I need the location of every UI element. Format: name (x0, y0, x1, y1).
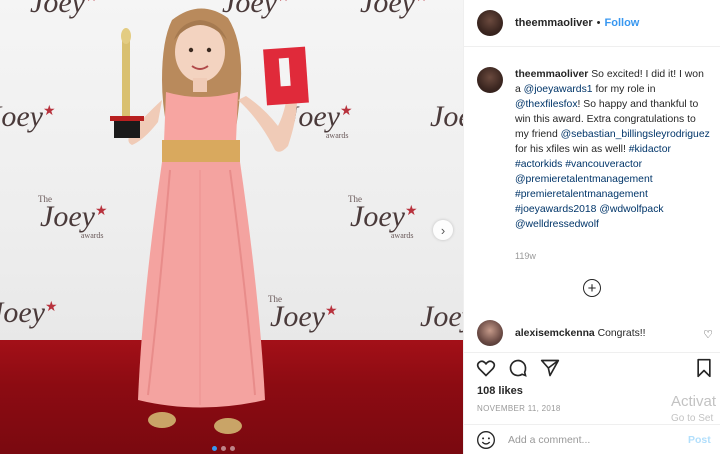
carousel-dot (230, 446, 235, 451)
caption-link[interactable]: @premieretalentmanagement (515, 174, 653, 185)
windows-activation-watermark: Activat Go to Set (671, 393, 716, 427)
caption-link[interactable]: @sebastian_billingsleyrodriguez (561, 129, 710, 140)
backdrop-logo: Joey★ (360, 0, 428, 19)
caption-link[interactable]: #joeyawards2018 (515, 204, 596, 215)
caption-text: theemmaoliver So excited! I did it! I wo… (515, 67, 711, 232)
comment-icon[interactable] (508, 358, 528, 378)
likes-count[interactable]: 108 likes (477, 385, 523, 397)
avatar[interactable] (477, 10, 503, 36)
backdrop-logo: Joey★ (30, 0, 98, 19)
bookmark-icon[interactable] (695, 358, 713, 378)
backdrop-logo: Joey (420, 300, 463, 333)
caption-link[interactable]: @welldressedwolf (515, 219, 599, 230)
comment-username[interactable]: alexisemckenna (515, 328, 595, 339)
caption-link[interactable]: #premieretalentmanagement (515, 189, 648, 200)
carousel-dot (221, 446, 226, 451)
caption-link[interactable]: #actorkids (515, 159, 562, 170)
post-header: theemmaoliver • Follow (464, 0, 720, 47)
action-bar (464, 352, 720, 385)
plus-circle-icon[interactable]: + (583, 279, 601, 297)
comment-text: alexisemckenna Congrats!! (515, 328, 646, 339)
post-sidebar: theemmaoliver • Follow theemmaoliver So … (463, 0, 720, 454)
follow-button[interactable]: Follow (605, 17, 640, 29)
girl-figure (110, 8, 309, 434)
emoji-icon[interactable] (476, 430, 496, 450)
backdrop-logo: TheJoey★awards (348, 194, 418, 240)
carousel-dots (212, 446, 235, 451)
caption-link[interactable]: #vancouveractor (565, 159, 642, 170)
caption: theemmaoliver So excited! I did it! I wo… (477, 67, 713, 232)
avatar[interactable] (477, 320, 503, 346)
watermark-line2: Go to Set (671, 413, 714, 424)
caption-link[interactable]: @wdwolfpack (599, 204, 663, 215)
post-date: NOVEMBER 11, 2018 (477, 404, 561, 413)
header-separator: • (596, 17, 601, 29)
heart-icon[interactable] (476, 358, 496, 378)
comment-input[interactable] (506, 433, 680, 447)
post-comment-button[interactable]: Post (688, 434, 711, 446)
carousel-dot (212, 446, 217, 451)
caption-link[interactable]: #kidactor (629, 144, 671, 155)
caption-link[interactable]: @joeyawards1 (524, 84, 593, 95)
caption-username[interactable]: theemmaoliver (515, 69, 588, 80)
caption-age: 119w (515, 251, 536, 261)
caption-body: So excited! I did it! I won a @joeyaward… (515, 69, 710, 230)
next-photo-button[interactable]: › (433, 220, 453, 240)
avatar[interactable] (477, 67, 503, 93)
backdrop-logo: Joey (430, 100, 463, 133)
share-icon[interactable] (540, 358, 560, 378)
backdrop-logo: TheJoey★awards (38, 194, 108, 240)
caption-link[interactable]: @thexfilesfox (515, 99, 578, 110)
plus-glyph: + (587, 279, 597, 297)
comment-row: alexisemckenna Congrats!! ♡ (477, 320, 713, 346)
backdrop-logo: Joey★ (0, 296, 58, 329)
watermark-line1: Activat (671, 393, 717, 410)
caption-fragment: for my role in (592, 84, 656, 95)
header-username[interactable]: theemmaoliver (515, 17, 593, 29)
post-photo[interactable]: Joey★ Joey★ Joey★ Joey★ TheJoey★awards J… (0, 0, 463, 454)
chevron-right-icon: › (440, 222, 446, 238)
backdrop-logo: Joey★ (0, 100, 56, 133)
add-comment-bar: Post (464, 424, 720, 455)
comment-body: Congrats!! (597, 327, 646, 339)
comment-like-icon[interactable]: ♡ (703, 328, 713, 341)
caption-fragment: for his xfiles win as well! (515, 144, 629, 155)
